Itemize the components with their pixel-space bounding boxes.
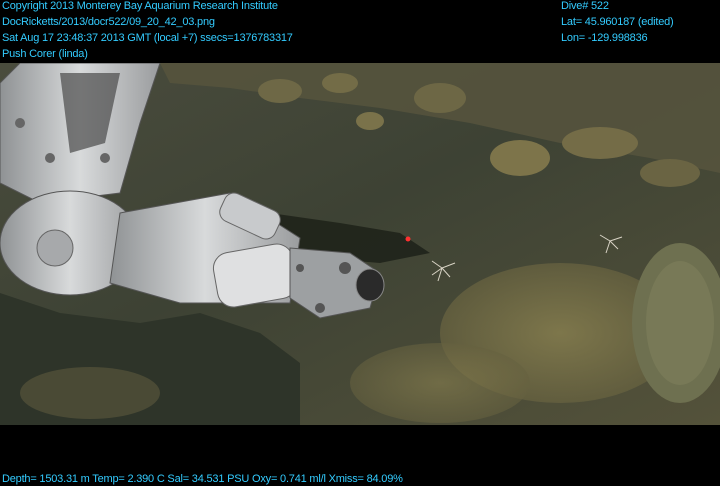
rock bbox=[258, 79, 302, 103]
rock bbox=[640, 159, 700, 187]
pillow-lava-highlight bbox=[646, 261, 714, 385]
rock bbox=[562, 127, 638, 159]
dive-number-text: Dive# 522 bbox=[561, 0, 609, 12]
seafloor-scene bbox=[0, 63, 720, 425]
header-info-right: Dive# 522 Lat= 45.960187 (edited) Lon= -… bbox=[561, 0, 674, 47]
seafloor-camera-image bbox=[0, 63, 720, 425]
datetime-text: Sat Aug 17 23:48:37 2013 GMT (local +7) … bbox=[2, 32, 293, 44]
tool-text: Push Corer (linda) bbox=[2, 48, 88, 60]
header-info-left: Copyright 2013 Monterey Bay Aquarium Res… bbox=[2, 0, 293, 63]
laser-dot bbox=[405, 236, 411, 242]
rock bbox=[322, 73, 358, 93]
file-path-text: DocRicketts/2013/docr522/09_20_42_03.png bbox=[2, 16, 215, 28]
rock bbox=[356, 112, 384, 130]
copyright-text: Copyright 2013 Monterey Bay Aquarium Res… bbox=[2, 0, 278, 12]
latitude-text: Lat= 45.960187 (edited) bbox=[561, 16, 674, 28]
rock bbox=[414, 83, 466, 113]
telemetry-footer: Depth= 1503.31 m Temp= 2.390 C Sal= 34.5… bbox=[2, 472, 403, 486]
rock bbox=[20, 367, 160, 419]
telemetry-text: Depth= 1503.31 m Temp= 2.390 C Sal= 34.5… bbox=[2, 473, 403, 485]
sediment-patch bbox=[350, 343, 530, 423]
rock bbox=[490, 140, 550, 176]
longitude-text: Lon= -129.998836 bbox=[561, 32, 648, 44]
